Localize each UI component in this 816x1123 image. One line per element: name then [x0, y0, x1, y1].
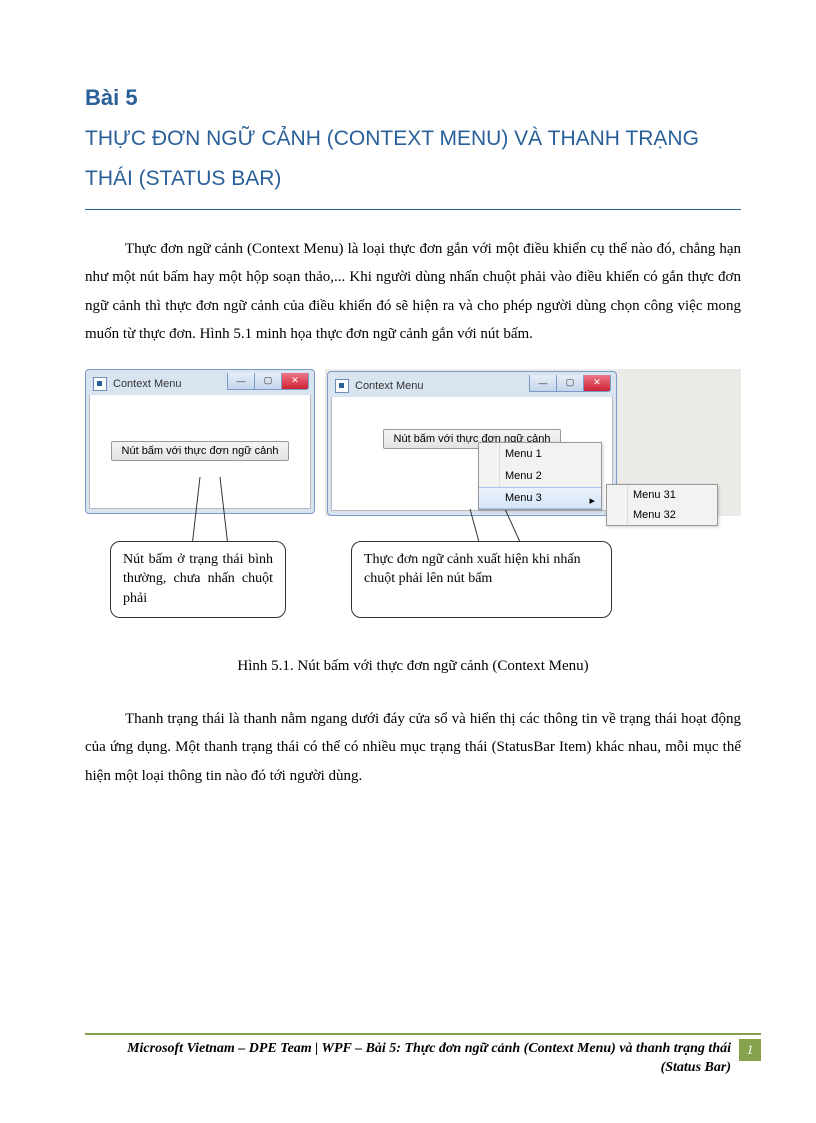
app-icon — [93, 377, 107, 391]
window-titlebar: Context Menu — ▢ ✕ — [331, 375, 613, 397]
paragraph-2: Thanh trạng thái là thanh nằm ngang dưới… — [85, 705, 741, 791]
callout-normal: Nút bấm ở trạng thái bình thường, chưa n… — [110, 541, 286, 618]
minimize-button[interactable]: — — [529, 375, 557, 392]
menu-item-3[interactable]: Menu 3▸ — [479, 487, 601, 509]
menu-item-2[interactable]: Menu 2 — [479, 465, 601, 487]
close-button[interactable]: ✕ — [281, 373, 309, 390]
submenu-arrow-icon: ▸ — [589, 494, 595, 507]
window-client: Nút bấm với thực đơn ngữ cảnh — [89, 395, 311, 509]
figure-row: Context Menu — ▢ ✕ Nút bấm với thực đơn … — [85, 369, 741, 516]
close-button[interactable]: ✕ — [583, 375, 611, 392]
footer-text: Microsoft Vietnam – DPE Team | WPF – Bài… — [85, 1039, 739, 1078]
figure-caption: Hình 5.1. Nút bấm với thực đơn ngữ cảnh … — [85, 658, 741, 675]
footer-divider — [85, 1033, 761, 1035]
minimize-button[interactable]: — — [227, 373, 255, 390]
context-menu[interactable]: Menu 1 Menu 2 Menu 3▸ — [478, 442, 602, 510]
window-titlebar: Context Menu — ▢ ✕ — [89, 373, 311, 395]
window-normal: Context Menu — ▢ ✕ Nút bấm với thực đơn … — [85, 369, 315, 514]
page-title: THỰC ĐƠN NGỮ CẢNH (CONTEXT MENU) VÀ THAN… — [85, 119, 741, 199]
maximize-button[interactable]: ▢ — [556, 375, 584, 392]
page-footer: Microsoft Vietnam – DPE Team | WPF – Bài… — [85, 1033, 761, 1078]
app-icon — [335, 379, 349, 393]
window-buttons: — ▢ ✕ — [530, 375, 611, 392]
paragraph-1: Thực đơn ngữ cảnh (Context Menu) là loại… — [85, 235, 741, 349]
context-button[interactable]: Nút bấm với thực đơn ngữ cảnh — [111, 441, 290, 461]
window-buttons: — ▢ ✕ — [228, 373, 309, 390]
page-number: 1 — [739, 1039, 761, 1061]
window-with-menu: Context Menu — ▢ ✕ Nút bấm với thực đơn … — [327, 371, 617, 516]
window-title: Context Menu — [355, 380, 423, 392]
window-title: Context Menu — [113, 378, 181, 390]
maximize-button[interactable]: ▢ — [254, 373, 282, 390]
context-submenu[interactable]: Menu 31 Menu 32 — [606, 484, 718, 526]
submenu-item-2[interactable]: Menu 32 — [607, 505, 717, 525]
lesson-number: Bài 5 — [85, 85, 741, 111]
title-divider — [85, 209, 741, 210]
callouts-row: Nút bấm ở trạng thái bình thường, chưa n… — [85, 541, 741, 618]
callout-menu: Thực đơn ngữ cảnh xuất hiện khi nhấn chu… — [351, 541, 612, 618]
window-with-menu-area: Context Menu — ▢ ✕ Nút bấm với thực đơn … — [325, 369, 741, 516]
submenu-item-1[interactable]: Menu 31 — [607, 485, 717, 505]
menu-item-1[interactable]: Menu 1 — [479, 443, 601, 465]
